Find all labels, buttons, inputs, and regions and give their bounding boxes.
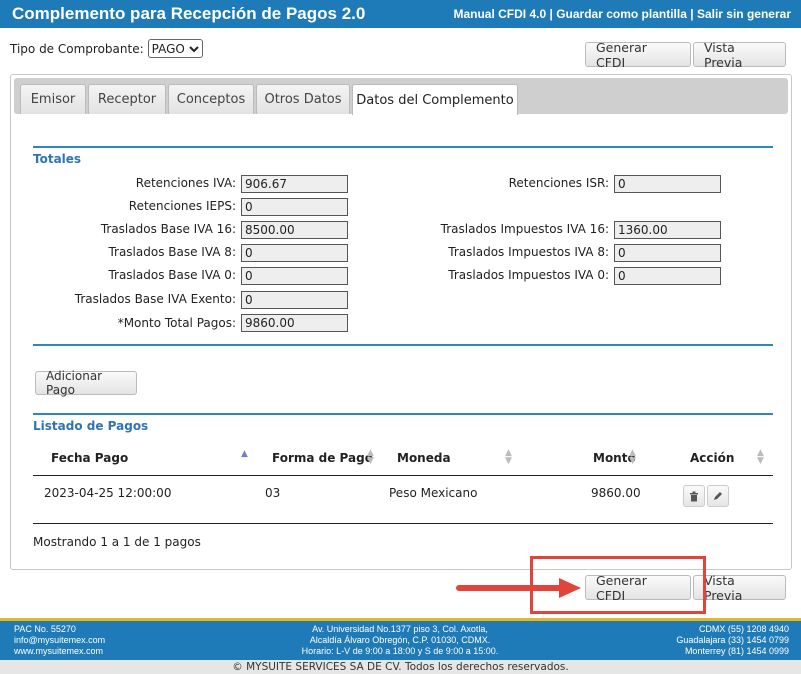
footer-hours: Horario: L-V de 9:00 a 18:00 y S de 9:00…: [301, 646, 499, 656]
footer-phone-cdmx: CDMX (55) 1208 4940: [698, 624, 789, 634]
site-footer: PAC No. 55270 info@mysuitemex.com www.my…: [0, 618, 801, 660]
row-monto: 9860.00: [591, 486, 641, 500]
exit-link[interactable]: Salir sin generar: [697, 7, 791, 21]
tab-datos-complemento[interactable]: Datos del Complemento: [352, 84, 518, 115]
footer-left: PAC No. 55270 info@mysuitemex.com www.my…: [14, 624, 105, 657]
tipo-label: Tipo de Comprobante:: [10, 41, 144, 56]
delete-button[interactable]: [683, 485, 705, 507]
retenciones-iva-label: Retenciones IVA:: [135, 176, 236, 190]
table-summary: Mostrando 1 a 1 de 1 pagos: [33, 535, 201, 549]
table-header-border: [33, 475, 773, 476]
traslados-base-exento-field[interactable]: 0: [241, 291, 348, 309]
footer-phone-mty: Monterrey (81) 1454 0999: [684, 646, 789, 656]
row-moneda: Peso Mexicano: [389, 486, 478, 500]
traslados-impuestos-iva16-field[interactable]: 1360.00: [614, 221, 721, 239]
vista-previa-button-top[interactable]: Vista Previa: [693, 40, 786, 70]
manual-link[interactable]: Manual CFDI 4.0: [453, 7, 546, 21]
table-bottom-border: [33, 523, 773, 524]
footer-phone-gdl: Guadalajara (33) 1454 0799: [676, 635, 789, 645]
retenciones-ieps-field[interactable]: 0: [241, 198, 348, 216]
footer-center: Av. Universidad No.1377 piso 3, Col. Axo…: [290, 624, 510, 657]
footer-right: CDMX (55) 1208 4940 Guadalajara (33) 145…: [676, 624, 789, 657]
tab-conceptos[interactable]: Conceptos: [168, 84, 254, 114]
footer-website[interactable]: www.mysuitemex.com: [14, 646, 103, 656]
col-forma-pago[interactable]: Forma de Pago: [272, 451, 373, 465]
totales-title: Totales: [33, 146, 773, 166]
link-separator: |: [549, 7, 553, 21]
sort-both-icon[interactable]: ▲ ▼: [367, 449, 374, 466]
section-divider: [33, 344, 773, 346]
edit-button[interactable]: [707, 485, 729, 507]
app-title: Complemento para Recepción de Pagos 2.0: [12, 4, 366, 23]
copyright: © MYSUITE SERVICES SA DE CV. Todos los d…: [0, 660, 801, 674]
col-fecha-pago[interactable]: Fecha Pago: [51, 451, 128, 465]
footer-address-2: Alcaldía Álvaro Obregón, C.P. 01030, CDM…: [309, 635, 491, 645]
chevron-down-icon: [189, 45, 199, 52]
col-moneda[interactable]: Moneda: [397, 451, 451, 465]
link-separator: |: [690, 7, 694, 21]
retenciones-isr-label: Retenciones ISR:: [508, 176, 609, 190]
header-links: Manual CFDI 4.0 | Guardar como plantilla…: [453, 7, 791, 21]
main-panel: Emisor Receptor Conceptos Otros Datos Da…: [10, 74, 792, 570]
traslados-base-iva16-label: Traslados Base IVA 16:: [100, 222, 236, 236]
sort-asc-icon[interactable]: ▲: [241, 449, 248, 459]
tipo-comprobante: Tipo de Comprobante: PAGO: [10, 39, 203, 58]
sort-both-icon[interactable]: ▲ ▼: [505, 449, 512, 466]
trash-icon: [690, 491, 698, 501]
tipo-select[interactable]: PAGO: [147, 39, 203, 58]
adicionar-pago-button[interactable]: Adicionar Pago: [35, 369, 137, 397]
arrow-right-icon: [456, 578, 581, 598]
row-forma: 03: [265, 486, 281, 500]
tab-receptor[interactable]: Receptor: [88, 84, 166, 114]
retenciones-ieps-label: Retenciones IEPS:: [128, 199, 236, 213]
save-template-link[interactable]: Guardar como plantilla: [556, 7, 687, 21]
traslados-base-iva8-label: Traslados Base IVA 8:: [108, 245, 236, 259]
monto-total-label: *Monto Total Pagos:: [117, 316, 236, 330]
traslados-base-iva16-field[interactable]: 8500.00: [241, 221, 348, 239]
row-fecha: 2023-04-25 12:00:00: [44, 486, 172, 500]
app-header: Complemento para Recepción de Pagos 2.0 …: [0, 0, 801, 28]
traslados-base-exento-label: Traslados Base IVA Exento:: [74, 292, 236, 306]
sort-both-icon[interactable]: ▲ ▼: [629, 449, 636, 466]
traslados-impuestos-iva16-label: Traslados Impuestos IVA 16:: [440, 222, 609, 236]
col-accion[interactable]: Acción: [690, 451, 734, 465]
traslados-impuestos-iva8-field[interactable]: 0: [614, 244, 721, 262]
monto-total-field[interactable]: 9860.00: [241, 314, 348, 332]
footer-email[interactable]: info@mysuitemex.com: [14, 635, 105, 645]
tab-otros-datos[interactable]: Otros Datos: [256, 84, 350, 114]
vista-previa-button[interactable]: Vista Previa: [693, 573, 786, 603]
footer-pac: PAC No. 55270: [14, 624, 76, 634]
tipo-select-value: PAGO: [151, 41, 185, 56]
pencil-icon: [714, 492, 722, 500]
footer-address-1: Av. Universidad No.1377 piso 3, Col. Axo…: [312, 624, 488, 634]
tab-bar: Emisor Receptor Conceptos Otros Datos Da…: [14, 78, 788, 115]
traslados-impuestos-iva0-label: Traslados Impuestos IVA 0:: [448, 268, 609, 282]
traslados-base-iva8-field[interactable]: 0: [241, 244, 348, 262]
tab-emisor[interactable]: Emisor: [20, 84, 86, 114]
retenciones-iva-field[interactable]: 906.67: [241, 175, 348, 193]
sort-both-icon[interactable]: ▲ ▼: [757, 449, 764, 466]
traslados-impuestos-iva8-label: Traslados Impuestos IVA 8:: [448, 245, 609, 259]
listado-title: Listado de Pagos: [33, 413, 773, 433]
traslados-base-iva0-field[interactable]: 0: [241, 267, 348, 285]
generar-cfdi-button-top[interactable]: Generar CFDI: [585, 40, 691, 70]
traslados-impuestos-iva0-field[interactable]: 0: [614, 267, 721, 285]
traslados-base-iva0-label: Traslados Base IVA 0:: [108, 268, 236, 282]
retenciones-isr-field[interactable]: 0: [614, 175, 721, 193]
